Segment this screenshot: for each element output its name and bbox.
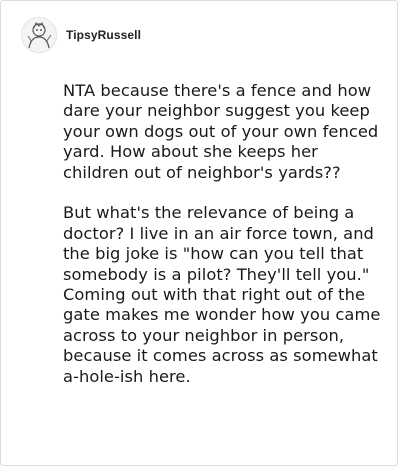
comment-body: NTA because there's a fence and how dare… — [63, 81, 381, 387]
user-avatar-icon[interactable] — [21, 17, 57, 53]
comment-paragraph: But what's the relevance of being a doct… — [63, 203, 381, 386]
comment-header: TipsyRussell — [21, 15, 141, 55]
username[interactable]: TipsyRussell — [66, 28, 141, 42]
comment-card: TipsyRussell NTA because there's a fence… — [0, 0, 398, 466]
comment-paragraph: NTA because there's a fence and how dare… — [63, 81, 379, 182]
